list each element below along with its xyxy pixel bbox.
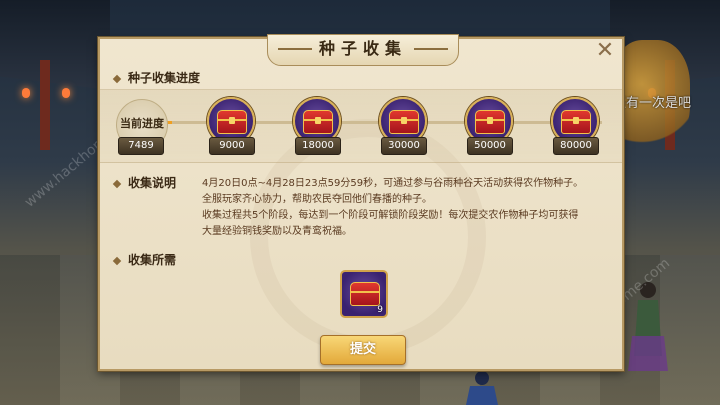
- title-ornament: [278, 48, 312, 50]
- lantern-icon: [22, 88, 30, 98]
- item-count: 9: [377, 305, 383, 315]
- current-progress-label: 当前进度: [120, 117, 164, 130]
- description-line: 全服玩家齐心协力，帮助农民夺回他们春播的种子。: [202, 194, 432, 205]
- description-line: 大量经验铜钱奖励以及青鸾祝福。: [202, 226, 352, 237]
- seed-chest-icon[interactable]: 9: [340, 270, 388, 318]
- tier-threshold-value: 80000: [553, 137, 599, 155]
- tier-threshold-value: 9000: [209, 137, 255, 155]
- chest-graphic: [561, 110, 591, 134]
- seed-collection-panel: 种子收集 ✕ 种子收集进度 当前进度 7489 9000 18000 30000 50…: [98, 34, 624, 371]
- progress-bar: [130, 121, 602, 124]
- description-line: 收集过程共5个阶段，每达到一个阶段可解锁阶段奖励！每次提交农作物种子均可获得: [202, 210, 579, 221]
- lantern-icon: [62, 88, 70, 98]
- chest-graphic: [217, 110, 247, 134]
- diamond-bullet-icon: [112, 179, 122, 188]
- description-line: 4月20日0点~4月28日23点59分59秒，可通过参与谷雨种谷天活动获得农作物…: [202, 178, 584, 189]
- tier-threshold-value: 30000: [381, 137, 427, 155]
- diamond-bullet-icon: [112, 74, 122, 83]
- progress-track: [100, 89, 622, 163]
- tier-threshold-value: 50000: [467, 137, 513, 155]
- description-section-heading: 收集说明: [112, 174, 177, 191]
- description-section-label: 收集说明: [128, 176, 177, 190]
- tier-threshold-value: 18000: [295, 137, 341, 155]
- chest-graphic: [303, 110, 333, 134]
- pillar: [40, 60, 50, 150]
- title-plate: 种子收集: [267, 34, 459, 66]
- current-progress-value: 7489: [118, 137, 164, 155]
- diamond-bullet-icon: [112, 256, 122, 265]
- progress-section-label: 种子收集进度: [128, 71, 201, 85]
- chest-graphic: [389, 110, 419, 134]
- npc-character[interactable]: [462, 368, 502, 405]
- chest-graphic: [475, 110, 505, 134]
- temple-roof-left: [0, 0, 110, 90]
- close-button[interactable]: ✕: [594, 40, 616, 62]
- progress-section-heading: 种子收集进度: [112, 69, 201, 86]
- requirement-section-label: 收集所需: [128, 253, 177, 267]
- requirement-section-heading: 收集所需: [112, 251, 177, 268]
- submit-button[interactable]: 提交: [320, 335, 406, 365]
- chest-graphic: [350, 282, 380, 306]
- title-ornament: [414, 48, 448, 50]
